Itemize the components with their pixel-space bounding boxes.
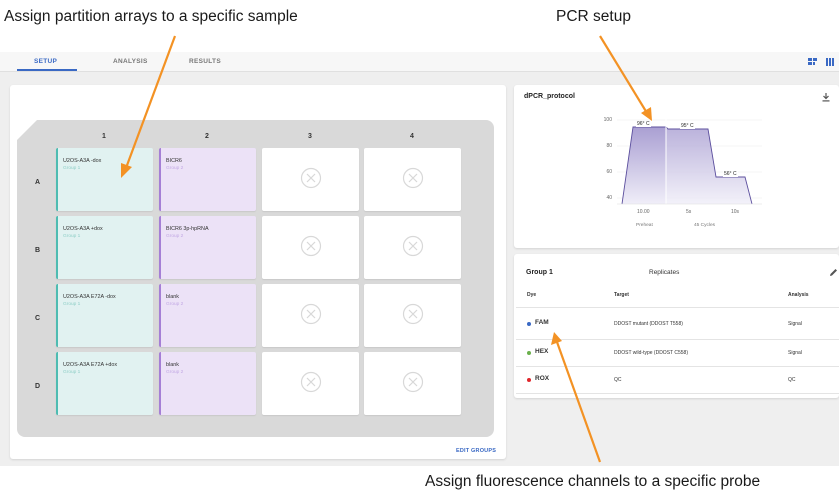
annotation-arrows <box>121 35 652 463</box>
